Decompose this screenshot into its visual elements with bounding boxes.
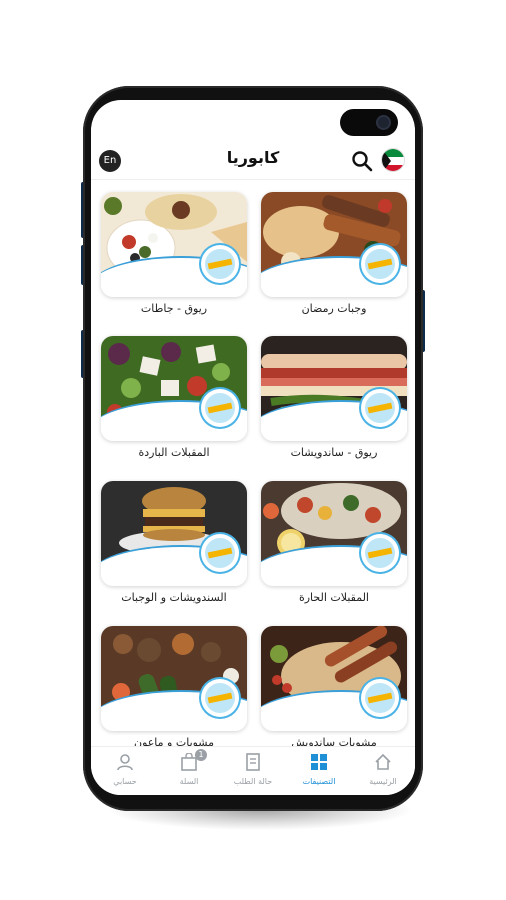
category-label: المقبلات الحارة	[298, 591, 369, 604]
category-card[interactable]	[261, 192, 407, 297]
account-icon	[117, 754, 133, 771]
category-card[interactable]	[101, 192, 247, 297]
category-card[interactable]	[261, 626, 407, 731]
front-camera	[340, 109, 398, 136]
tab-label: التصنيفات	[302, 777, 336, 786]
cart-count-badge: 1	[195, 749, 207, 761]
category-card[interactable]	[101, 481, 247, 586]
category-label: ريوق - ساندويشات	[290, 446, 378, 459]
tab-label: حسابي	[113, 777, 137, 786]
home-icon	[375, 753, 391, 770]
tab-cart[interactable]: 1 السلة	[159, 749, 219, 793]
category-card[interactable]	[101, 336, 247, 441]
category-card[interactable]	[261, 481, 407, 586]
tab-home[interactable]: الرئيسية	[353, 751, 413, 793]
category-label: المقبلات الباردة	[138, 446, 210, 459]
tab-order-status[interactable]: حالة الطلب	[223, 751, 283, 793]
tab-account[interactable]: حسابي	[95, 751, 155, 793]
category-label: وجبات رمضان	[301, 302, 367, 315]
app-screen: En كابوريا وجبات رمضان ريوق - جاطات ريوق…	[91, 100, 415, 795]
search-icon[interactable]	[351, 150, 373, 172]
brand-badge-icon	[201, 679, 239, 717]
order-status-icon	[246, 753, 260, 771]
category-label: السندويشات و الوجبات	[121, 591, 227, 604]
categories-icon	[311, 754, 327, 770]
tab-label: حالة الطلب	[233, 777, 273, 786]
app-header: En كابوريا	[91, 140, 415, 180]
bottom-tab-bar: الرئيسية التصنيفات حالة الطلب 1 السلة حس…	[91, 746, 415, 795]
camera-lens-icon	[378, 117, 389, 128]
tab-categories[interactable]: التصنيفات	[289, 751, 349, 793]
category-label: ريوق - جاطات	[140, 302, 208, 315]
brand-badge-icon	[361, 534, 399, 572]
brand-badge-icon	[201, 534, 239, 572]
category-card[interactable]	[101, 626, 247, 731]
brand-badge-icon	[361, 245, 399, 283]
stage: En كابوريا وجبات رمضان ريوق - جاطات ريوق…	[0, 0, 506, 900]
tab-label: السلة	[179, 777, 199, 786]
brand-badge-icon	[361, 389, 399, 427]
brand-badge-icon	[201, 389, 239, 427]
category-card[interactable]	[261, 336, 407, 441]
brand-badge-icon	[361, 679, 399, 717]
kuwait-flag-icon[interactable]	[381, 148, 405, 172]
tab-label: الرئيسية	[369, 777, 397, 786]
brand-badge-icon	[201, 245, 239, 283]
